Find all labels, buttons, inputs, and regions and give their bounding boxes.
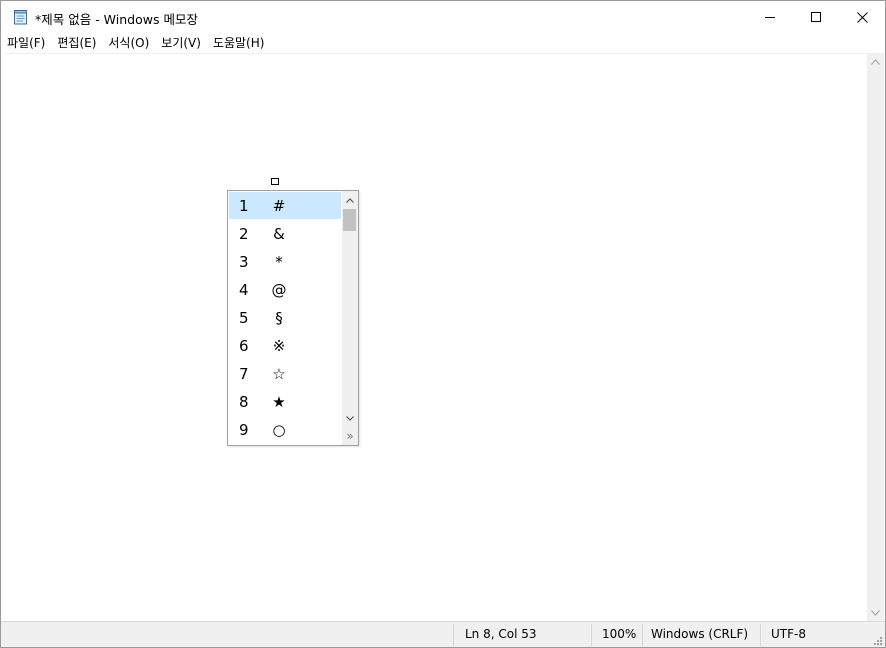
status-encoding: UTF-8 [771, 627, 806, 641]
minimize-button[interactable] [747, 1, 793, 33]
symbol-candidate-window: 1 # 2 & 3 * 4 @ 5 § 6 ※ 7 ☆ 8 ★ 9 ○ » [227, 190, 359, 446]
status-line-ending: Windows (CRLF) [651, 627, 749, 641]
menu-bar: 파일(F) 편집(E) 서식(O) 보기(V) 도움말(H) [1, 33, 885, 53]
candidate-item[interactable]: 2 & [229, 220, 341, 247]
ime-composition-box [271, 178, 279, 185]
candidate-symbol: ※ [272, 337, 286, 355]
candidate-number: 2 [239, 225, 249, 243]
candidate-symbol: ★ [272, 393, 286, 411]
status-divider [760, 624, 761, 646]
menu-file[interactable]: 파일(F) [1, 33, 51, 53]
candidate-item[interactable]: 8 ★ [229, 388, 341, 415]
candidate-item[interactable]: 1 # [229, 192, 341, 219]
candidate-item[interactable]: 6 ※ [229, 332, 341, 359]
candidate-number: 5 [239, 309, 249, 327]
scroll-down-button[interactable] [867, 604, 884, 621]
candidate-number: 9 [239, 421, 249, 439]
candidate-number: 4 [239, 281, 249, 299]
candidate-symbol: ○ [272, 421, 286, 439]
candidate-list: 1 # 2 & 3 * 4 @ 5 § 6 ※ 7 ☆ 8 ★ 9 ○ [228, 191, 342, 445]
text-editor[interactable] [5, 53, 867, 622]
candidate-symbol: # [272, 197, 286, 215]
menu-help[interactable]: 도움말(H) [207, 33, 271, 53]
candidate-symbol: * [275, 253, 283, 271]
candidate-number: 6 [239, 337, 249, 355]
candidate-symbol: § [275, 309, 283, 327]
candidate-scroll-down-button[interactable] [342, 411, 358, 425]
status-divider [642, 624, 643, 646]
candidate-expand-button[interactable]: » [342, 427, 358, 445]
maximize-button[interactable] [793, 1, 839, 33]
candidate-item[interactable]: 4 @ [229, 276, 341, 303]
menu-view[interactable]: 보기(V) [155, 33, 207, 53]
candidate-symbol: @ [271, 281, 287, 299]
candidate-number: 8 [239, 393, 249, 411]
candidate-number: 3 [239, 253, 249, 271]
chevron-up-icon [346, 197, 354, 203]
window-title: *제목 없음 - Windows 메모장 [35, 12, 198, 27]
candidate-item[interactable]: 3 * [229, 248, 341, 275]
candidate-number: 1 [239, 197, 249, 215]
title-bar[interactable]: *제목 없음 - Windows 메모장 [1, 1, 885, 33]
status-zoom: 100% [602, 627, 637, 641]
resize-grip-icon[interactable] [873, 636, 883, 646]
scroll-up-button[interactable] [867, 53, 884, 70]
maximize-icon [811, 12, 821, 22]
candidate-scroll-thumb[interactable] [343, 209, 356, 231]
menu-edit[interactable]: 편집(E) [51, 33, 102, 53]
close-icon [856, 11, 868, 23]
menu-format[interactable]: 서식(O) [102, 33, 155, 53]
candidate-symbol: ☆ [272, 365, 286, 383]
candidate-scrollbar[interactable] [342, 191, 358, 445]
notepad-window: *제목 없음 - Windows 메모장 파일(F) 편집(E) 서식(O) 보… [0, 0, 886, 648]
candidate-scroll-up-button[interactable] [342, 193, 358, 207]
status-bar: Ln 8, Col 53 100% Windows (CRLF) UTF-8 [1, 621, 885, 647]
vertical-scrollbar[interactable] [867, 53, 884, 621]
status-cursor-position: Ln 8, Col 53 [465, 627, 537, 641]
close-button[interactable] [839, 1, 885, 33]
notepad-icon[interactable] [13, 9, 28, 25]
chevron-down-icon [871, 609, 880, 616]
chevron-up-icon [871, 58, 880, 65]
candidate-number: 7 [239, 365, 249, 383]
candidate-item[interactable]: 5 § [229, 304, 341, 331]
candidate-symbol: & [273, 225, 285, 243]
candidate-item[interactable]: 7 ☆ [229, 360, 341, 387]
candidate-item[interactable]: 9 ○ [229, 416, 341, 443]
status-divider [453, 624, 454, 646]
chevron-down-icon [346, 415, 354, 421]
minimize-icon [765, 17, 775, 18]
status-divider [591, 624, 592, 646]
